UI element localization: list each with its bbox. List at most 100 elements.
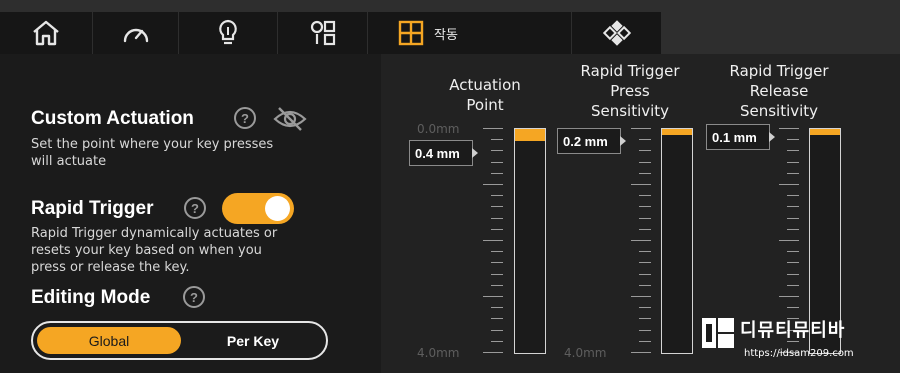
press-sensitivity-slider[interactable]	[661, 128, 693, 354]
watermark-text: 디뮤티뮤티바	[740, 320, 846, 341]
scale-tick	[491, 329, 503, 331]
watermark: 디뮤티뮤티바 https://idsam209.com	[700, 312, 890, 370]
actuation-point-pointer	[472, 148, 478, 158]
tab-lighting[interactable]	[179, 12, 277, 54]
scale-tick	[491, 139, 503, 141]
scale-tick	[491, 228, 503, 230]
scale-tick	[779, 240, 799, 241]
actuation-scale-ticks	[483, 128, 503, 354]
scale-tick	[639, 139, 651, 141]
editing-mode-global-option[interactable]: Global	[37, 327, 181, 354]
scale-tick	[787, 150, 799, 152]
scale-tick	[491, 318, 503, 320]
scale-tick	[779, 296, 799, 297]
scale-tick	[491, 161, 503, 163]
scale-tick	[631, 184, 651, 185]
tab-home[interactable]	[0, 12, 92, 54]
toggle-knob	[265, 196, 290, 221]
press-scale-ticks	[631, 128, 651, 354]
watermark-logo-icon	[700, 314, 736, 359]
scale-tick	[787, 217, 799, 219]
rapid-trigger-release-header: Rapid Trigger Release Sensitivity	[729, 62, 829, 120]
scale-tick	[631, 296, 651, 297]
scale-tick	[639, 172, 651, 174]
scale-tick	[639, 150, 651, 152]
scale-tick	[787, 262, 799, 264]
scale-tick	[639, 161, 651, 163]
scale-tick	[483, 128, 503, 129]
rapid-trigger-toggle[interactable]	[222, 193, 294, 224]
scale-tick	[779, 184, 799, 185]
watermark-url: https://idsam209.com	[744, 348, 854, 359]
scale-tick	[787, 139, 799, 141]
editing-mode-per-key-option[interactable]: Per Key	[183, 327, 323, 354]
scale-tick	[491, 284, 503, 286]
speedometer-icon	[121, 21, 151, 45]
scale-tick	[787, 161, 799, 163]
release-sensitivity-pointer	[769, 132, 775, 142]
scale-tick	[491, 150, 503, 152]
editing-mode-selector: Global Per Key	[31, 321, 328, 360]
scale-tick	[639, 273, 651, 275]
tab-bar: 작동	[0, 0, 900, 54]
tab-actuation-label: 작동	[434, 27, 458, 43]
release-sensitivity-value[interactable]: 0.1 mm	[706, 124, 770, 150]
scale-tick	[639, 195, 651, 197]
rapid-trigger-title: Rapid Trigger	[31, 198, 154, 219]
press-sensitivity-fill	[662, 129, 692, 136]
scale-tick	[491, 273, 503, 275]
custom-actuation-title: Custom Actuation	[31, 108, 194, 129]
scale-tick	[787, 172, 799, 174]
scale-tick	[639, 228, 651, 230]
scale-tick	[787, 273, 799, 275]
actuation-point-slider[interactable]	[514, 128, 546, 354]
scale-tick	[483, 184, 503, 185]
actuation-point-value[interactable]: 0.4 mm	[409, 140, 473, 166]
scale-tick	[491, 251, 503, 253]
scale-tick	[631, 240, 651, 241]
settings-panel: Custom Actuation ? Set the point where y…	[0, 54, 381, 373]
tab-advanced[interactable]	[572, 12, 661, 54]
scale-tick	[787, 284, 799, 286]
home-icon	[31, 19, 61, 47]
scale-tick	[639, 318, 651, 320]
scale-tick	[483, 240, 503, 241]
lightbulb-icon	[216, 18, 240, 48]
scale-tick	[631, 352, 651, 353]
scale-tick	[639, 206, 651, 208]
scale-tick	[491, 206, 503, 208]
editing-mode-title: Editing Mode	[31, 287, 151, 308]
scale-bottom-label: 4.0mm	[417, 346, 460, 360]
scale-tick	[639, 284, 651, 286]
press-sensitivity-pointer	[620, 136, 626, 146]
rapid-trigger-press-header: Rapid Trigger Press Sensitivity	[580, 62, 680, 120]
scale-tick	[779, 128, 799, 129]
scale-tick	[491, 172, 503, 174]
scale-top-label: 0.0mm	[417, 122, 460, 136]
question-circle-icon[interactable]: ?	[184, 197, 206, 219]
scale-tick	[483, 296, 503, 297]
scale-tick	[639, 329, 651, 331]
scale-tick	[491, 262, 503, 264]
actuation-point-fill	[515, 129, 545, 142]
eye-off-icon[interactable]	[272, 105, 308, 138]
scale-tick	[491, 217, 503, 219]
actuation-point-header: Actuation Point	[449, 76, 521, 114]
scale-tick	[491, 340, 503, 342]
scale-tick	[483, 352, 503, 353]
question-circle-icon[interactable]: ?	[234, 107, 256, 129]
layout-icon	[309, 19, 337, 47]
scale-tick	[787, 307, 799, 309]
custom-actuation-description: Set the point where your key presses wil…	[31, 137, 274, 169]
tab-keymap[interactable]	[278, 12, 367, 54]
scale-tick	[787, 195, 799, 197]
release-sensitivity-fill	[810, 129, 840, 135]
scale-tick	[491, 307, 503, 309]
scale-tick	[639, 262, 651, 264]
scale-tick	[639, 217, 651, 219]
question-circle-icon[interactable]: ?	[183, 286, 205, 308]
tab-actuation[interactable]: 작동	[368, 12, 571, 54]
tab-performance[interactable]	[93, 12, 178, 54]
scale-tick	[491, 195, 503, 197]
press-sensitivity-value[interactable]: 0.2 mm	[557, 128, 621, 154]
